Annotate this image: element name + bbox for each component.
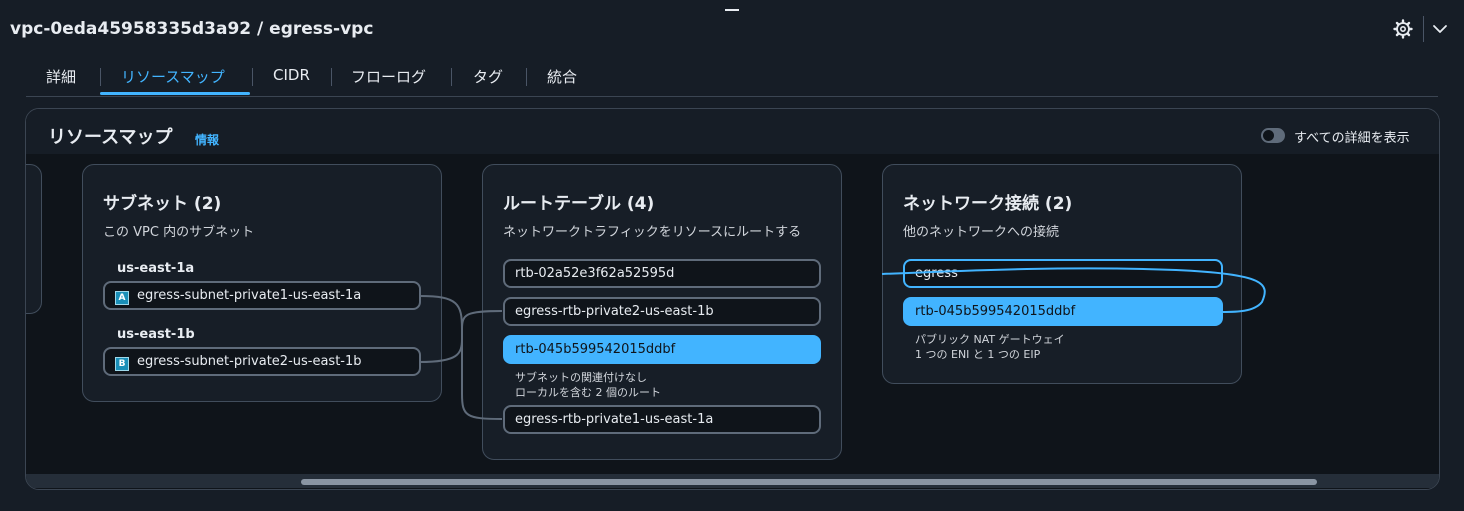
chevron-down-icon[interactable] (1432, 21, 1448, 37)
toggle-knob (1263, 130, 1274, 141)
tab-details[interactable]: 詳細 (46, 66, 76, 87)
tab-flow-logs[interactable]: フローログ (351, 66, 426, 87)
tab-cidr[interactable]: CIDR (273, 66, 310, 84)
tab-tags[interactable]: タグ (473, 66, 503, 87)
tab-integrations[interactable]: 統合 (547, 66, 577, 87)
header-divider (1423, 16, 1424, 42)
panel-header: リソースマップ 情報 すべての詳細を表示 (26, 109, 1439, 154)
page-title: vpc-0eda45958335d3a92 / egress-vpc (10, 19, 374, 39)
tab-separator (526, 68, 527, 86)
info-link[interactable]: 情報 (195, 131, 219, 148)
scrollbar-thumb[interactable] (301, 479, 1317, 485)
resource-map-canvas[interactable]: サブネット (2) この VPC 内のサブネット us-east-1a Aegr… (26, 154, 1439, 474)
gear-icon[interactable] (1393, 19, 1413, 39)
tab-separator (252, 68, 253, 86)
tab-separator (100, 68, 101, 86)
toggle-label: すべての詳細を表示 (1294, 131, 1410, 146)
connector-line-highlighted (881, 267, 1266, 313)
active-tab-indicator (100, 92, 250, 95)
show-all-details-toggle[interactable] (1261, 128, 1285, 143)
tab-separator (331, 68, 332, 86)
tab-resource-map[interactable]: リソースマップ (121, 66, 225, 87)
resource-map-panel: リソースマップ 情報 すべての詳細を表示 サブネット (2) この VPC 内の… (25, 108, 1440, 490)
tab-separator (451, 68, 452, 86)
horizontal-scrollbar[interactable] (26, 474, 1439, 488)
panel-title: リソースマップ (48, 127, 173, 148)
tab-bar: 詳細 リソースマップ CIDR フローログ タグ 統合 (26, 60, 1438, 97)
connector-lines (419, 267, 1266, 420)
connector-line (419, 295, 503, 420)
panel-drag-handle[interactable] (725, 9, 739, 11)
